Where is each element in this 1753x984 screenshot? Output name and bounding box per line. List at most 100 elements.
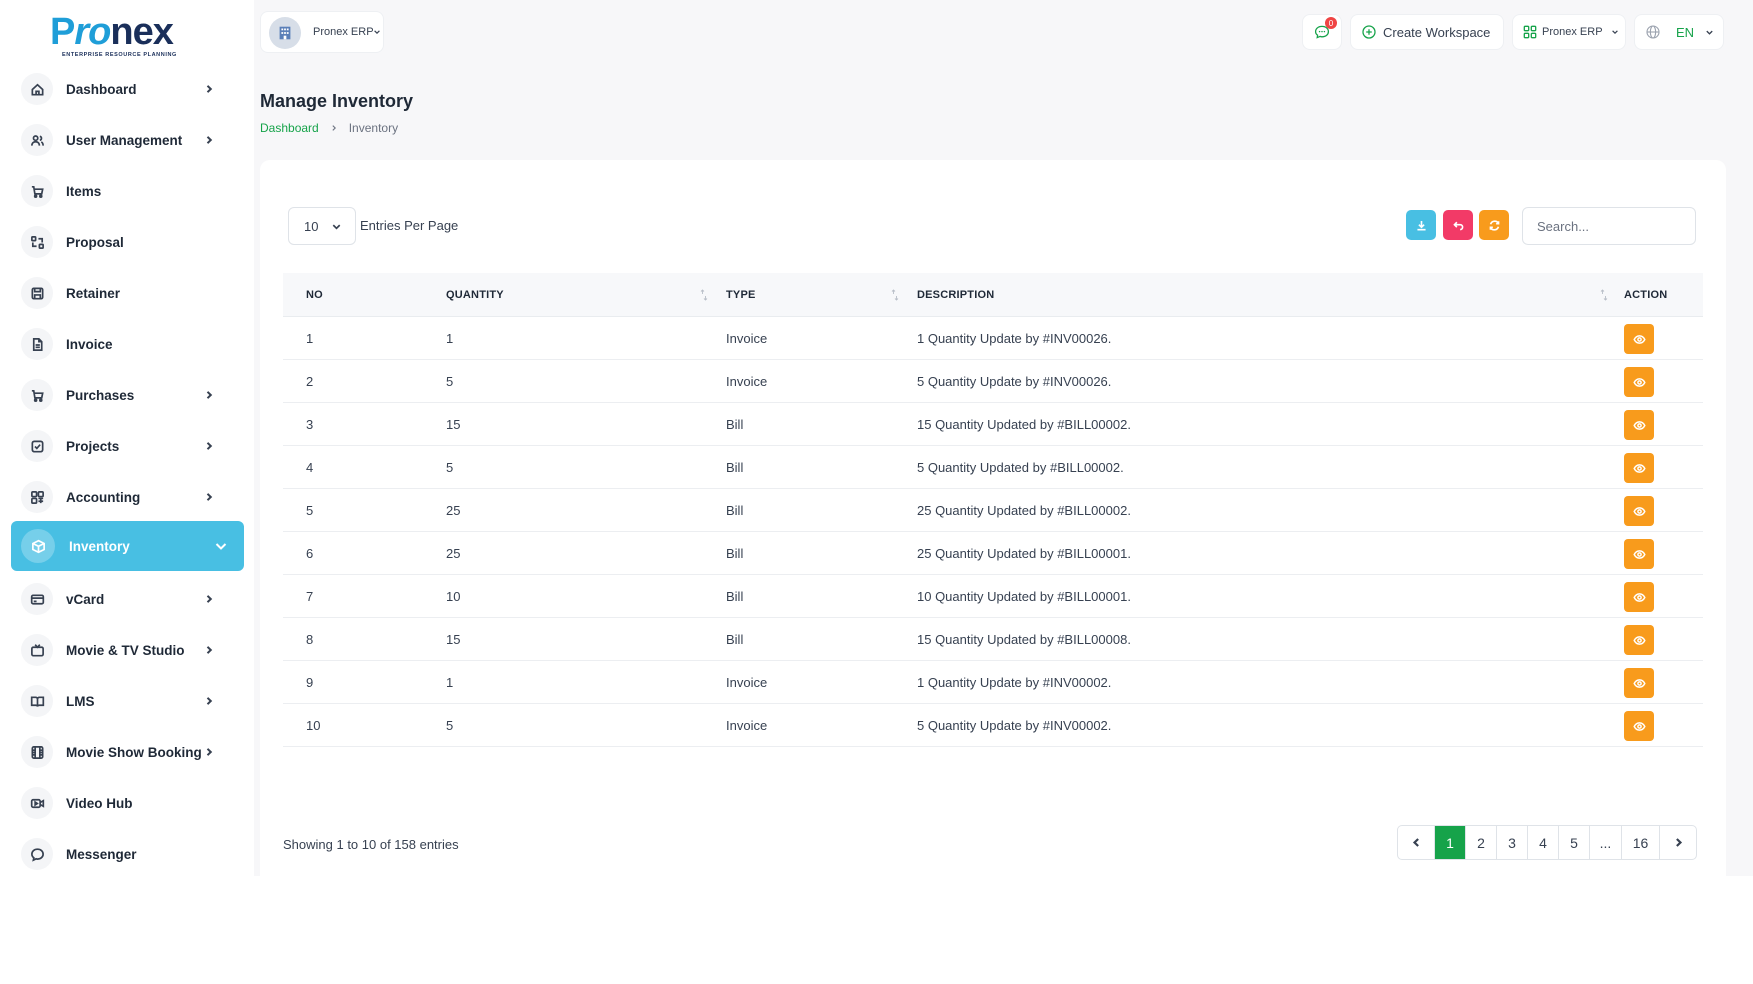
export-button[interactable]	[1406, 210, 1436, 240]
pagination-ellipsis: ...	[1590, 826, 1622, 859]
view-button[interactable]	[1624, 668, 1654, 698]
column-header-description[interactable]: DESCRIPTION	[917, 273, 994, 317]
showing-entries-text: Showing 1 to 10 of 158 entries	[283, 837, 459, 852]
view-button[interactable]	[1624, 367, 1654, 397]
undo-icon	[1452, 221, 1463, 230]
erp-label: Pronex ERP	[1542, 26, 1603, 38]
column-header-no[interactable]: NO	[306, 273, 323, 317]
prev-page-button[interactable]	[1398, 826, 1435, 859]
table-row: 10 5 Invoice 5 Quantity Update by #INV00002…	[283, 704, 1703, 747]
reload-button[interactable]	[1479, 210, 1509, 240]
sidebar-item-dashboard[interactable]: Dashboard	[11, 65, 244, 113]
eye-icon	[1632, 376, 1646, 389]
search-input[interactable]	[1522, 207, 1696, 245]
cart-icon	[21, 379, 53, 411]
cell-description: 5 Quantity Update by #INV00026.	[917, 374, 1112, 389]
create-workspace-label: Create Workspace	[1383, 24, 1491, 40]
page-button-3[interactable]: 3	[1497, 826, 1528, 859]
chevron-right-icon	[202, 82, 216, 96]
arrows-icon	[21, 226, 53, 258]
cell-no: 3	[306, 417, 314, 432]
page-button-16[interactable]: 16	[1622, 826, 1660, 859]
workspace-label: Pronex ERP	[313, 26, 374, 38]
chevron-right-icon	[202, 592, 216, 606]
entries-per-page-select[interactable]: 10	[288, 207, 356, 245]
cell-no: 9	[306, 675, 314, 690]
sidebar-item-purchases[interactable]: Purchases	[11, 371, 244, 419]
page-title: Manage Inventory	[260, 91, 414, 111]
language-switcher[interactable]: EN	[1634, 14, 1724, 50]
view-button[interactable]	[1624, 496, 1654, 526]
eye-icon	[1632, 677, 1646, 690]
chevron-left-icon	[1411, 837, 1422, 848]
view-button[interactable]	[1624, 410, 1654, 440]
page-button-1[interactable]: 1	[1435, 826, 1466, 859]
column-header-type[interactable]: TYPE	[726, 273, 756, 317]
cell-no: 1	[306, 331, 314, 346]
chevron-right-icon	[332, 125, 336, 131]
sidebar-item-proposal[interactable]: Proposal	[11, 218, 244, 266]
cell-description: 10 Quantity Updated by #BILL00001.	[917, 589, 1131, 604]
page-button-2[interactable]: 2	[1466, 826, 1497, 859]
message-count-badge: 0	[1325, 17, 1337, 29]
next-page-button[interactable]	[1660, 826, 1696, 859]
cell-no: 5	[306, 503, 314, 518]
view-button[interactable]	[1624, 625, 1654, 655]
view-button[interactable]	[1624, 324, 1654, 354]
card-icon	[21, 583, 53, 615]
messages-button[interactable]: 0	[1302, 14, 1342, 50]
chevron-right-icon	[202, 388, 216, 402]
sidebar-item-movie-and-tv-studio[interactable]: Movie & TV Studio	[11, 626, 244, 674]
grid-icon	[21, 481, 53, 513]
sidebar-item-retainer[interactable]: Retainer	[11, 269, 244, 317]
workspace-switcher[interactable]: Pronex ERP	[260, 11, 384, 53]
sidebar-item-label: Messenger	[66, 846, 137, 862]
chevron-down-icon	[214, 539, 228, 553]
breadcrumb-dashboard[interactable]: Dashboard	[260, 121, 319, 135]
sidebar-item-projects[interactable]: Projects	[11, 422, 244, 470]
view-button[interactable]	[1624, 539, 1654, 569]
cell-description: 15 Quantity Updated by #BILL00002.	[917, 417, 1131, 432]
tv-icon	[21, 634, 53, 666]
breadcrumb: Dashboard Inventory	[260, 121, 398, 135]
sidebar-item-user-management[interactable]: User Management	[11, 116, 244, 164]
view-button[interactable]	[1624, 582, 1654, 612]
cell-no: 6	[306, 546, 314, 561]
sort-icon	[700, 289, 708, 301]
view-button[interactable]	[1624, 453, 1654, 483]
cell-type: Bill	[726, 417, 744, 432]
language-label: EN	[1676, 24, 1695, 40]
eye-icon	[1632, 333, 1646, 346]
table-row: 2 5 Invoice 5 Quantity Update by #INV00026.	[283, 360, 1703, 403]
entries-per-page-value: 10	[304, 218, 319, 234]
sidebar-item-items[interactable]: Items	[11, 167, 244, 215]
sidebar-item-video-hub[interactable]: Video Hub	[11, 779, 244, 827]
cell-type: Invoice	[726, 675, 768, 690]
box-icon	[21, 529, 55, 563]
sidebar-item-accounting[interactable]: Accounting	[11, 473, 244, 521]
chevron-right-icon	[202, 133, 216, 147]
sidebar-item-label: Accounting	[66, 489, 141, 505]
top-bar: Pronex ERP 0 Create Workspace Pronex ERP…	[254, 0, 1753, 65]
sidebar-item-lms[interactable]: LMS	[11, 677, 244, 725]
cell-quantity: 15	[446, 417, 461, 432]
sidebar-item-messenger[interactable]: Messenger	[11, 830, 244, 876]
column-header-quantity[interactable]: QUANTITY	[446, 273, 504, 317]
eye-icon	[1632, 419, 1646, 432]
logo-letter-p: P	[50, 11, 75, 53]
cell-type: Bill	[726, 546, 744, 561]
sidebar-item-inventory[interactable]: Inventory	[11, 521, 244, 571]
reset-button[interactable]	[1443, 210, 1473, 240]
page-button-5[interactable]: 5	[1559, 826, 1590, 859]
cell-description: 5 Quantity Updated by #BILL00002.	[917, 460, 1124, 475]
sidebar-item-vcard[interactable]: vCard	[11, 575, 244, 623]
cell-quantity: 10	[446, 589, 461, 604]
sidebar-item-movie-show-booking[interactable]: Movie Show Booking	[11, 728, 244, 776]
erp-switcher[interactable]: Pronex ERP	[1512, 14, 1626, 50]
create-workspace-button[interactable]: Create Workspace	[1350, 14, 1504, 50]
file-icon	[21, 328, 53, 360]
view-button[interactable]	[1624, 711, 1654, 741]
sidebar-item-invoice[interactable]: Invoice	[11, 320, 244, 368]
page-button-4[interactable]: 4	[1528, 826, 1559, 859]
pronex-logo[interactable]: Pronex ENTERPRISE RESOURCE PLANNING	[50, 12, 180, 60]
